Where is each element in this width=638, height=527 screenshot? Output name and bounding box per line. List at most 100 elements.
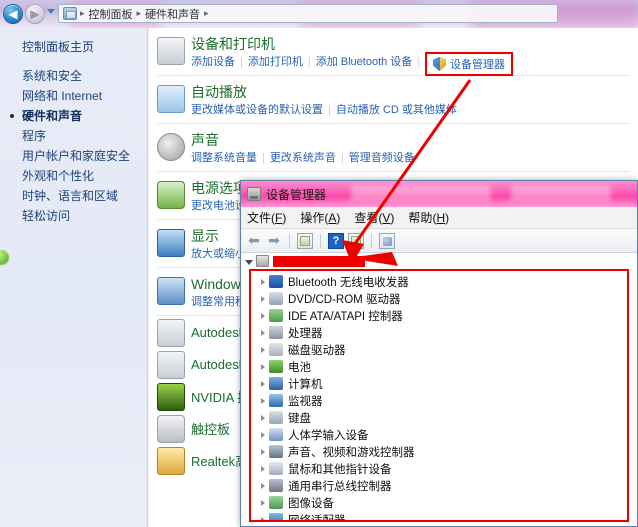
- computer-icon: [256, 255, 269, 267]
- link-add-device[interactable]: 添加设备: [191, 56, 235, 68]
- tree-node-keyboards[interactable]: 键盘: [261, 409, 627, 426]
- breadcrumb-separator[interactable]: ▸: [203, 8, 210, 19]
- toolbar-forward-arrow-icon[interactable]: ➡: [266, 232, 282, 249]
- chevron-right-icon[interactable]: [261, 278, 265, 285]
- link-separator: |: [328, 104, 331, 116]
- menu-file[interactable]: 文件(F): [247, 209, 286, 226]
- device-manager-window[interactable]: 设备管理器 文件(F) 操作(A) 查看(V) 帮助(H) ⬅ ➡ ? Blue…: [240, 180, 638, 527]
- recent-pages-chevron-down-icon[interactable]: [47, 9, 55, 14]
- link-change-default-settings[interactable]: 更改媒体或设备的默认设置: [191, 104, 323, 116]
- properties-icon[interactable]: [297, 232, 313, 249]
- link-separator: |: [340, 152, 344, 164]
- chevron-right-icon[interactable]: [261, 397, 265, 404]
- imaging-device-icon: [269, 496, 283, 509]
- sidebar-item-clock-language-region[interactable]: 时钟、语言和区域: [22, 186, 146, 206]
- address-bar[interactable]: ▸ 控制面板 ▸ 硬件和声音 ▸: [58, 4, 558, 23]
- sidebar-item-network-and-internet[interactable]: 网络和 Internet: [22, 86, 146, 106]
- tree-node-processors[interactable]: 处理器: [261, 324, 627, 341]
- sidebar-item-user-accounts[interactable]: 用户帐户和家庭安全: [22, 146, 146, 166]
- chevron-right-icon[interactable]: [261, 516, 265, 520]
- scan-hardware-icon[interactable]: [348, 232, 364, 249]
- bluetooth-icon: [269, 275, 283, 288]
- sound-icon: [157, 133, 185, 161]
- link-change-sounds[interactable]: 更改系统声音: [270, 152, 336, 164]
- link-manage-audio-devices[interactable]: 管理音频设备: [349, 152, 415, 164]
- menu-action[interactable]: 操作(A): [300, 209, 340, 226]
- tree-node-ide-ata-atapi[interactable]: IDE ATA/ATAPI 控制器: [261, 307, 627, 324]
- sidebar: 控制面板主页 系统和安全 网络和 Internet 硬件和声音 程序 用户帐户和…: [0, 28, 148, 527]
- update-driver-icon[interactable]: [379, 232, 395, 249]
- chevron-right-icon[interactable]: [261, 329, 265, 336]
- sidebar-item-hardware-and-sound[interactable]: 硬件和声音: [10, 106, 146, 126]
- sidebar-item-system-and-security[interactable]: 系统和安全: [22, 66, 146, 86]
- tree-root-node[interactable]: [241, 253, 637, 269]
- chevron-right-icon[interactable]: [261, 414, 265, 421]
- tree-node-batteries[interactable]: 电池: [261, 358, 627, 375]
- chevron-right-icon[interactable]: [261, 499, 265, 506]
- chevron-right-icon[interactable]: [261, 295, 265, 302]
- tree-node-label: 人体学输入设备: [288, 429, 369, 442]
- menu-help[interactable]: 帮助(H): [408, 209, 449, 226]
- category-title[interactable]: 自动播放: [191, 84, 638, 101]
- usb-controller-icon: [269, 479, 283, 492]
- back-arrow-icon: ◀: [8, 7, 18, 21]
- tree-node-bluetooth[interactable]: Bluetooth 无线电收发器: [261, 273, 627, 290]
- device-manager-titlebar[interactable]: 设备管理器: [241, 181, 637, 207]
- category-title[interactable]: 设备和打印机: [191, 36, 638, 53]
- device-manager-link[interactable]: 设备管理器: [425, 52, 513, 76]
- tree-node-label: 处理器: [288, 327, 323, 340]
- link-add-printer[interactable]: 添加打印机: [248, 56, 303, 68]
- chevron-right-icon[interactable]: [261, 312, 265, 319]
- device-manager-tree-pane[interactable]: Bluetooth 无线电收发器 DVD/CD-ROM 驱动器 IDE ATA/…: [241, 253, 637, 526]
- chevron-right-icon[interactable]: [261, 380, 265, 387]
- category-title[interactable]: 声音: [191, 132, 638, 149]
- monitor-icon: [269, 394, 283, 407]
- tree-node-label: 磁盘驱动器: [288, 344, 346, 357]
- tree-node-label: IDE ATA/ATAPI 控制器: [288, 310, 403, 323]
- back-button[interactable]: ◀: [3, 4, 23, 24]
- desktop-background-blob: [0, 250, 9, 265]
- category-links: 调整系统音量 | 更改系统声音 | 管理音频设备: [191, 150, 638, 166]
- chevron-down-icon[interactable]: [245, 259, 253, 265]
- chevron-right-icon[interactable]: [261, 363, 265, 370]
- category-sound: 声音 调整系统音量 | 更改系统声音 | 管理音频设备: [149, 132, 638, 166]
- ide-controller-icon: [269, 309, 283, 322]
- tree-node-hid[interactable]: 人体学输入设备: [261, 426, 627, 443]
- menu-view[interactable]: 查看(V): [354, 209, 394, 226]
- tree-node-mice-and-pointing-devices[interactable]: 鼠标和其他指针设备: [261, 460, 627, 477]
- breadcrumb-item-hardware-and-sound[interactable]: 硬件和声音: [142, 6, 203, 22]
- chevron-right-icon[interactable]: [261, 431, 265, 438]
- chevron-right-icon[interactable]: [261, 448, 265, 455]
- divider: [157, 123, 630, 124]
- tree-node-disk-drives[interactable]: 磁盘驱动器: [261, 341, 627, 358]
- link-add-bluetooth[interactable]: 添加 Bluetooth 设备: [316, 56, 413, 68]
- link-adjust-volume[interactable]: 调整系统音量: [191, 152, 257, 164]
- help-icon[interactable]: ?: [328, 232, 344, 249]
- redacted-computer-name: [273, 255, 365, 267]
- link-play-cd[interactable]: 自动播放 CD 或其他媒体: [336, 104, 457, 116]
- sidebar-item-programs[interactable]: 程序: [22, 126, 146, 146]
- breadcrumb-item-control-panel[interactable]: 控制面板: [86, 6, 136, 22]
- toolbar-back-arrow-icon[interactable]: ⬅: [246, 232, 262, 249]
- category-links: 更改媒体或设备的默认设置 | 自动播放 CD 或其他媒体: [191, 102, 638, 118]
- sound-controller-icon: [269, 445, 283, 458]
- device-manager-title: 设备管理器: [266, 187, 327, 202]
- forward-button[interactable]: ▶: [25, 4, 45, 24]
- sidebar-item-appearance[interactable]: 外观和个性化: [22, 166, 146, 186]
- tree-node-computer[interactable]: 计算机: [261, 375, 627, 392]
- tree-node-sound-video-game-controllers[interactable]: 声音、视频和游戏控制器: [261, 443, 627, 460]
- nvidia-icon: [157, 383, 185, 411]
- disk-drive-icon: [269, 343, 283, 356]
- chevron-right-icon[interactable]: [261, 346, 265, 353]
- sidebar-item-control-panel-home[interactable]: 控制面板主页: [22, 38, 94, 55]
- tree-node-monitors[interactable]: 监视器: [261, 392, 627, 409]
- chevron-right-icon[interactable]: [261, 482, 265, 489]
- tree-node-imaging-devices[interactable]: 图像设备: [261, 494, 627, 511]
- tree-node-usb-controllers[interactable]: 通用串行总线控制器: [261, 477, 627, 494]
- tree-node-network-adapters[interactable]: 网络适配器: [261, 511, 627, 520]
- tree-node-dvd-cdrom[interactable]: DVD/CD-ROM 驱动器: [261, 290, 627, 307]
- sidebar-item-ease-of-access[interactable]: 轻松访问: [22, 206, 146, 226]
- toolbar-separator: [289, 233, 290, 248]
- battery-icon: [269, 360, 283, 373]
- chevron-right-icon[interactable]: [261, 465, 265, 472]
